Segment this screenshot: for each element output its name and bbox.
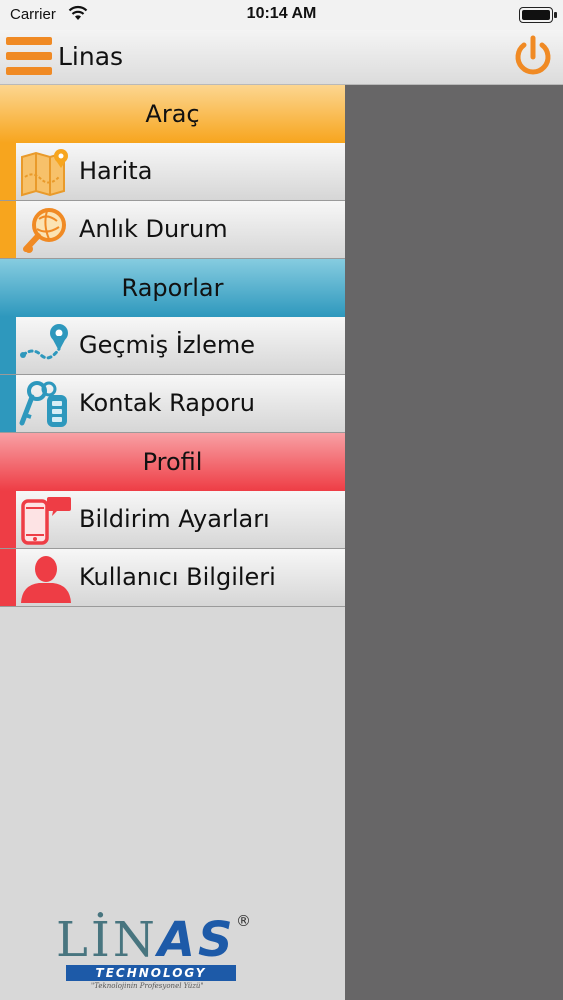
battery-icon: [519, 7, 557, 23]
logo-tagline: "Teknolojinin Profesyonel Yüzü": [91, 982, 204, 990]
menu-item-label: Bildirim Ayarları: [79, 505, 270, 533]
logo-subtitle: TECHNOLOGY: [66, 965, 236, 981]
menu-item-accent-bar: [0, 491, 16, 548]
section-header-arac: Araç: [0, 85, 345, 143]
power-icon[interactable]: [511, 35, 555, 79]
user-icon: [21, 556, 71, 603]
map-icon: [21, 149, 68, 197]
linas-technology-logo: LİNAS ® TECHNOLOGY "Teknolojinin Profesy…: [56, 912, 256, 990]
section-header-profil: Profil: [0, 433, 345, 491]
logo-word-left: LİN: [56, 912, 158, 968]
car-key-icon: [19, 381, 67, 427]
side-menu: Araç Harita Anlık Durum Raporlar Geçmiş …: [0, 85, 345, 1000]
menu-item-label: Kullanıcı Bilgileri: [79, 563, 276, 591]
menu-item-harita[interactable]: Harita: [0, 143, 345, 201]
logo-word-right: AS: [157, 912, 236, 968]
menu-item-accent-bar: [0, 549, 16, 606]
menu-item-bildirim-ayarlari[interactable]: Bildirim Ayarları: [0, 491, 345, 549]
nav-title: Linas: [58, 42, 124, 71]
menu-item-kontak-raporu[interactable]: Kontak Raporu: [0, 375, 345, 433]
section-header-raporlar: Raporlar: [0, 259, 345, 317]
logo-wordmark: LİNAS: [56, 912, 236, 968]
status-bar: Carrier 10:14 AM: [0, 0, 563, 30]
menu-item-label: Anlık Durum: [79, 215, 228, 243]
menu-item-accent-bar: [0, 375, 16, 432]
menu-item-label: Kontak Raporu: [79, 389, 255, 417]
content-dim-overlay[interactable]: [345, 85, 563, 1000]
battery-fill: [522, 10, 550, 20]
menu-item-anlik-durum[interactable]: Anlık Durum: [0, 201, 345, 259]
menu-item-label: Geçmiş İzleme: [79, 331, 255, 359]
route-pin-icon: [20, 324, 68, 360]
menu-item-gecmis-izleme[interactable]: Geçmiş İzleme: [0, 317, 345, 375]
menu-item-accent-bar: [0, 201, 16, 258]
menu-item-accent-bar: [0, 143, 16, 200]
logo-registered-mark: ®: [236, 912, 251, 930]
navigation-bar: Linas: [0, 30, 563, 85]
menu-item-label: Harita: [79, 157, 153, 185]
globe-search-icon: [23, 208, 66, 253]
hamburger-icon[interactable]: [6, 37, 52, 75]
menu-item-accent-bar: [0, 317, 16, 374]
menu-item-kullanici-bilgileri[interactable]: Kullanıcı Bilgileri: [0, 549, 345, 607]
status-time: 10:14 AM: [246, 5, 317, 22]
phone-message-icon: [21, 497, 71, 545]
